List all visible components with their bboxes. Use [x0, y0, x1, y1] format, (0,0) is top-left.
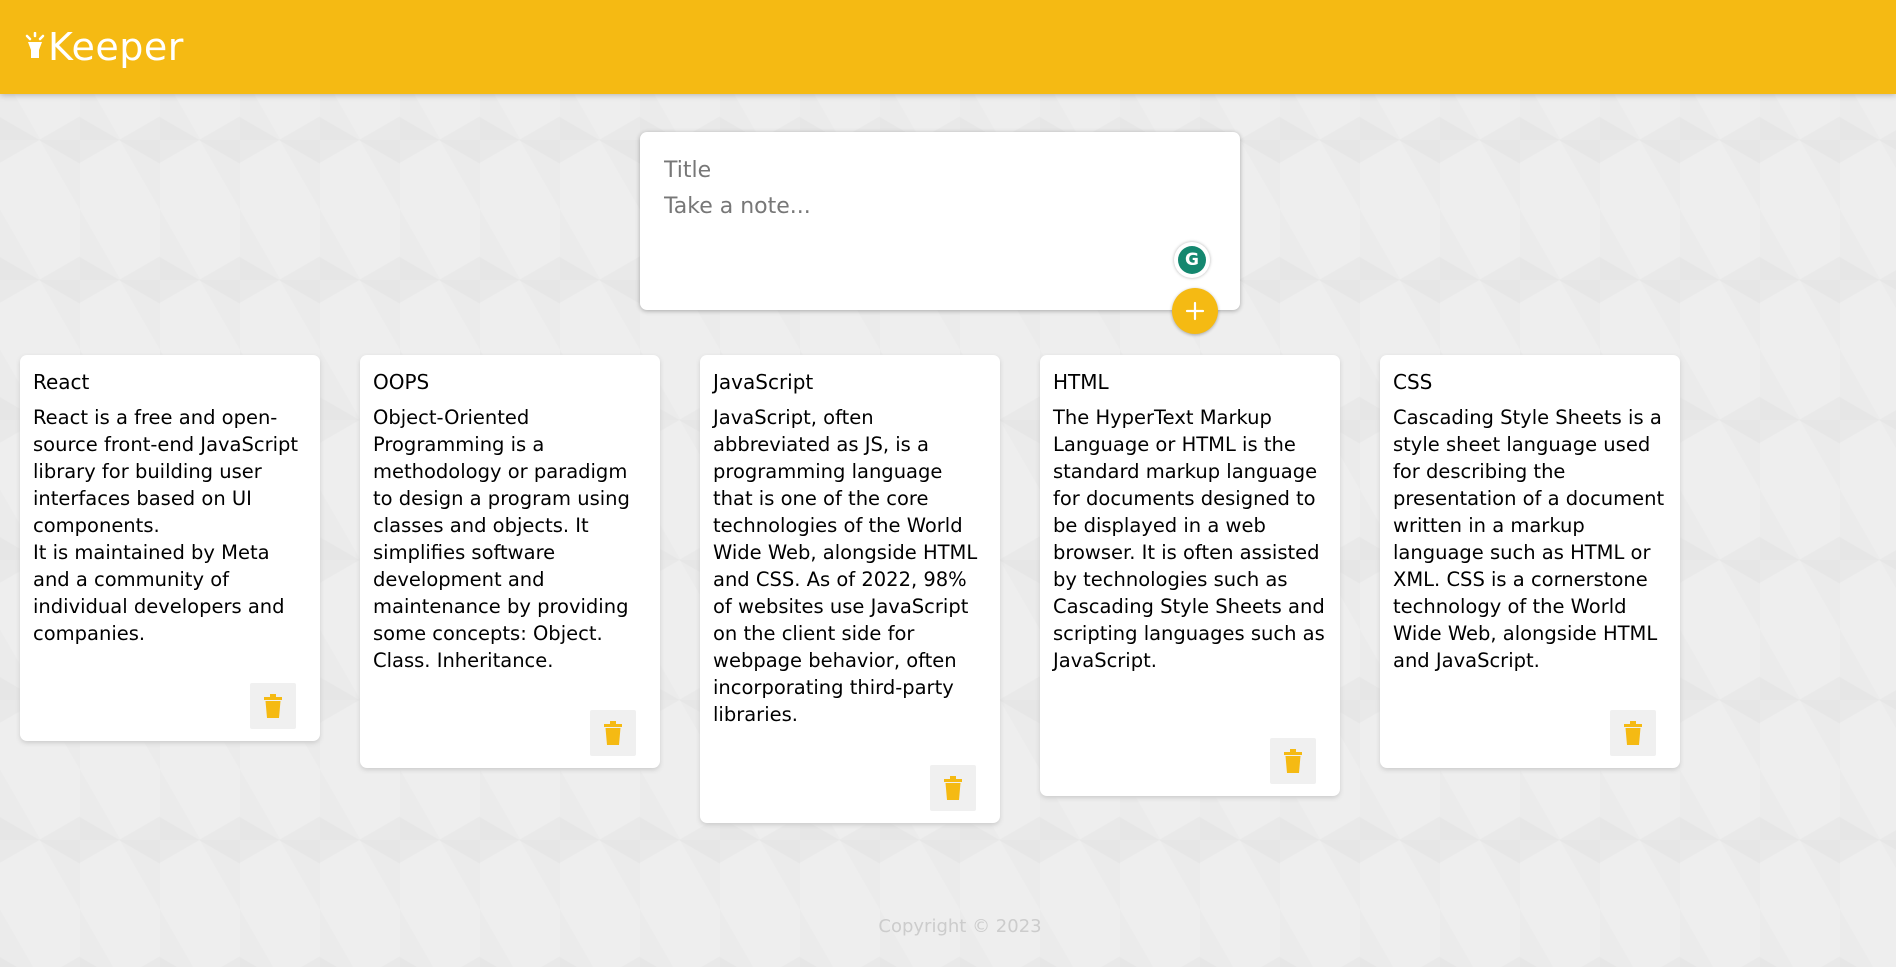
- note-title: CSS: [1393, 370, 1433, 394]
- delete-note-button[interactable]: [250, 683, 296, 729]
- trash-icon: [604, 721, 622, 745]
- grammarly-letter: G: [1178, 246, 1206, 274]
- note-card: React React is a free and open-source fr…: [20, 355, 320, 741]
- delete-note-button[interactable]: [1270, 738, 1316, 784]
- app-title: Keeper: [48, 25, 184, 69]
- note-content: React is a free and open-source front-en…: [33, 406, 299, 645]
- note-card: CSS Cascading Style Sheets is a style sh…: [1380, 355, 1680, 768]
- trash-icon: [1624, 721, 1642, 745]
- note-title-input[interactable]: [664, 154, 1214, 186]
- delete-note-button[interactable]: [930, 765, 976, 811]
- delete-note-button[interactable]: [590, 710, 636, 756]
- delete-note-button[interactable]: [1610, 710, 1656, 756]
- note-content-input[interactable]: [664, 194, 1164, 274]
- note-title: HTML: [1053, 370, 1109, 394]
- add-note-button[interactable]: [1172, 288, 1218, 334]
- grammarly-icon[interactable]: G: [1174, 242, 1210, 278]
- note-title: React: [33, 370, 90, 394]
- note-card: HTML The HyperText Markup Language or HT…: [1040, 355, 1340, 796]
- trash-icon: [1284, 749, 1302, 773]
- app-header: Keeper: [0, 0, 1896, 94]
- trash-icon: [264, 694, 282, 718]
- note-content: Cascading Style Sheets is a style sheet …: [1393, 406, 1671, 672]
- create-note-form: G: [640, 132, 1240, 310]
- plus-icon: [1185, 301, 1205, 321]
- trash-icon: [944, 776, 962, 800]
- note-card: JavaScript JavaScript, often abbreviated…: [700, 355, 1000, 823]
- app-logo: Keeper: [24, 24, 184, 70]
- note-content: The HyperText Markup Language or HTML is…: [1053, 406, 1331, 672]
- note-title: JavaScript: [713, 370, 814, 394]
- copyright-text: Copyright © 2023: [878, 916, 1042, 937]
- footer: Copyright © 2023: [0, 916, 1896, 937]
- note-content: JavaScript, often abbreviated as JS, is …: [713, 406, 984, 726]
- lightbulb-icon: [24, 31, 46, 62]
- note-content: Object-Oriented Programming is a methodo…: [373, 406, 637, 672]
- note-card: OOPS Object-Oriented Programming is a me…: [360, 355, 660, 768]
- note-title: OOPS: [373, 370, 430, 394]
